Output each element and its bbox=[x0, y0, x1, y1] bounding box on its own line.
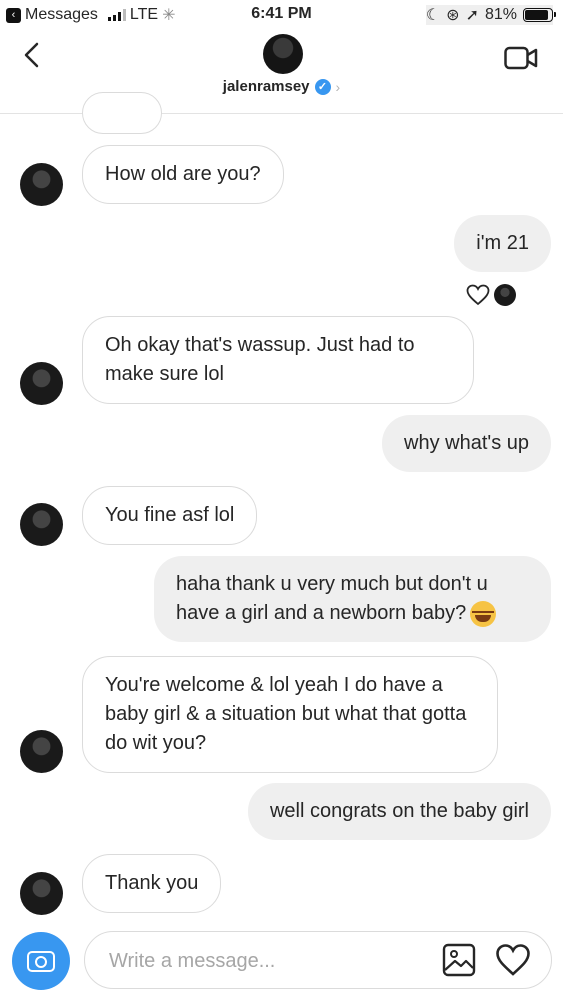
battery-icon bbox=[523, 8, 556, 22]
battery-percent: 81% bbox=[484, 6, 517, 23]
message-reactions[interactable] bbox=[466, 284, 516, 306]
reactor-avatar bbox=[494, 284, 516, 306]
orientation-lock-icon: ⊛ bbox=[446, 7, 460, 24]
gallery-icon[interactable] bbox=[442, 943, 476, 977]
chevron-left-icon[interactable] bbox=[18, 40, 48, 70]
heart-reaction-icon bbox=[466, 284, 490, 306]
camera-lens bbox=[35, 956, 47, 968]
contact-username: jalenramsey bbox=[222, 78, 310, 95]
received-message[interactable]: You're welcome & lol yeah I do have a ba… bbox=[82, 656, 498, 773]
message-input[interactable] bbox=[107, 944, 431, 978]
moon-icon: ☾ bbox=[425, 7, 441, 24]
sent-message[interactable]: i'm 21 bbox=[454, 215, 551, 272]
message-bubble-partial bbox=[82, 92, 162, 134]
sent-message[interactable]: well congrats on the baby girl bbox=[247, 783, 551, 840]
sender-avatar[interactable] bbox=[20, 503, 63, 546]
sender-avatar[interactable] bbox=[20, 730, 63, 773]
received-message[interactable]: How old are you? bbox=[82, 145, 284, 204]
laughing-emoji-icon bbox=[470, 600, 497, 627]
chevron-right-icon: › bbox=[335, 78, 341, 95]
sender-avatar[interactable] bbox=[20, 362, 63, 405]
sent-message[interactable]: haha thank u very much but don't u have … bbox=[154, 556, 551, 642]
sender-avatar[interactable] bbox=[20, 163, 63, 206]
verified-badge-icon: ✓ bbox=[314, 78, 331, 95]
status-bar: ‹ Messages LTE ✳ 6:41 PM ☾ ⊛ ➚ 81% bbox=[0, 0, 563, 30]
camera-button[interactable] bbox=[12, 932, 70, 990]
sent-message-text: haha thank u very much but don't u have … bbox=[176, 573, 488, 624]
video-call-icon[interactable] bbox=[504, 46, 538, 70]
received-message[interactable]: Oh okay that's wassup. Just had to make … bbox=[82, 316, 474, 404]
battery-fill bbox=[525, 10, 548, 20]
message-composer bbox=[84, 931, 552, 989]
sent-message[interactable]: why what's up bbox=[382, 415, 551, 472]
heart-icon[interactable] bbox=[495, 943, 531, 977]
contact-avatar[interactable] bbox=[263, 34, 303, 74]
sender-avatar[interactable] bbox=[20, 872, 63, 915]
received-message[interactable]: You fine asf lol bbox=[82, 486, 258, 545]
location-icon: ➚ bbox=[465, 7, 479, 24]
contact-name-row[interactable]: jalenramsey ✓ › bbox=[0, 78, 563, 95]
received-message[interactable]: Thank you bbox=[82, 854, 222, 913]
